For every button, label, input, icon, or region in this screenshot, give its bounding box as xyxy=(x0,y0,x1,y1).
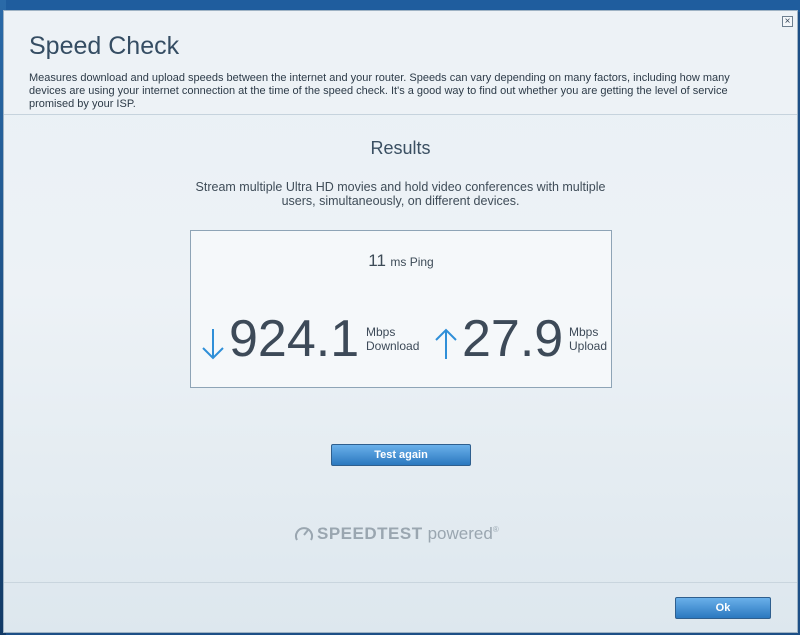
speedtest-logo: SPEEDTEST powered ® xyxy=(294,523,499,545)
upload-unit: Mbps xyxy=(569,325,599,339)
speed-check-dialog: Speed Check Measures download and upload… xyxy=(3,10,798,633)
dialog-header: Speed Check Measures download and upload… xyxy=(4,11,797,115)
results-description: Stream multiple Ultra HD movies and hold… xyxy=(195,180,606,208)
download-value: 924.1 xyxy=(229,310,360,368)
ping-unit: ms Ping xyxy=(390,255,434,269)
upload-value: 27.9 xyxy=(462,310,564,368)
speedtest-gauge-icon xyxy=(295,527,313,541)
speedtest-powered: powered xyxy=(427,524,493,543)
download-unit: Mbps xyxy=(366,325,396,339)
dialog-title: Speed Check xyxy=(29,32,180,60)
registered-mark: ® xyxy=(492,525,499,534)
speedtest-brand: SPEEDTEST xyxy=(317,524,423,543)
footer-divider xyxy=(4,582,797,583)
download-unit-block: Mbps Download xyxy=(366,325,419,353)
ping-value: 11 xyxy=(368,251,386,270)
upload-label: Upload xyxy=(569,339,608,353)
arrow-down-icon xyxy=(202,329,224,360)
ping-readout: 11 ms Ping xyxy=(191,251,611,271)
download-label: Download xyxy=(366,339,420,353)
dialog-description: Measures download and upload speeds betw… xyxy=(29,72,730,110)
close-icon[interactable]: × xyxy=(782,16,793,27)
upload-unit-block: Mbps Upload xyxy=(569,325,607,353)
test-again-button[interactable]: Test again xyxy=(331,444,471,466)
ok-button[interactable]: Ok xyxy=(675,597,771,619)
results-title: Results xyxy=(370,138,431,158)
arrow-up-icon xyxy=(435,328,457,359)
results-panel: 11 ms Ping 924.1 Mbps Download 27.9 Mbps… xyxy=(190,230,612,388)
